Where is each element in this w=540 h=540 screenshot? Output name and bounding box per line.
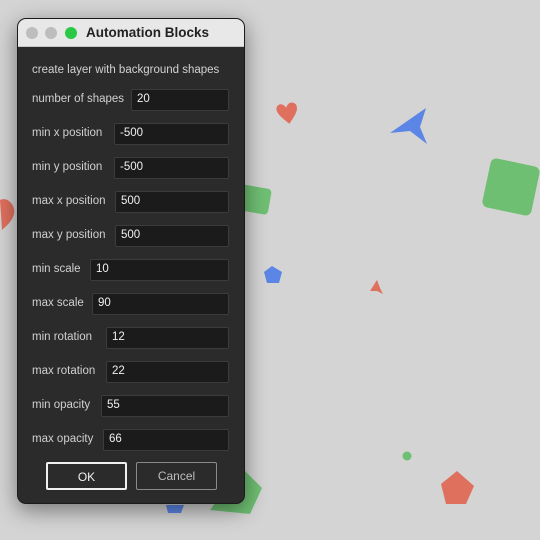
min-x-position-input[interactable]: -500 xyxy=(114,123,229,145)
field-label: min x position xyxy=(32,127,103,139)
field-label: min rotation xyxy=(32,331,93,343)
min-opacity-input[interactable]: 55 xyxy=(101,395,229,417)
automation-blocks-dialog: Automation Blocks create layer with back… xyxy=(17,18,245,504)
red-star-shape xyxy=(370,280,383,294)
cancel-button[interactable]: Cancel xyxy=(136,462,217,490)
red-pentagon-shape xyxy=(441,471,474,504)
field-label: max rotation xyxy=(32,365,96,377)
field-row-min-y-position: min y position -500 xyxy=(18,157,244,181)
field-row-min-scale: min scale 10 xyxy=(18,259,244,283)
min-rotation-input[interactable]: 12 xyxy=(106,327,229,349)
minimize-window-button[interactable] xyxy=(45,27,57,39)
max-scale-input[interactable]: 90 xyxy=(92,293,229,315)
blue-shape-bottom xyxy=(166,505,184,513)
field-row-min-rotation: min rotation 12 xyxy=(18,327,244,351)
red-heart-shape xyxy=(0,199,15,230)
title-bar: Automation Blocks xyxy=(18,19,244,47)
field-row-max-rotation: max rotation 22 xyxy=(18,361,244,385)
field-label: min opacity xyxy=(32,399,91,411)
field-row-max-x-position: max x position 500 xyxy=(18,191,244,215)
field-label: max x position xyxy=(32,195,106,207)
field-label: min y position xyxy=(32,161,103,173)
field-label: number of shapes xyxy=(32,93,125,105)
min-scale-input[interactable]: 10 xyxy=(90,259,229,281)
window-title: Automation Blocks xyxy=(86,25,210,40)
field-row-max-scale: max scale 90 xyxy=(18,293,244,317)
dialog-heading: create layer with background shapes xyxy=(32,64,220,76)
blue-pentagon-shape xyxy=(264,266,282,283)
field-label: max scale xyxy=(32,297,84,309)
green-dot-shape xyxy=(402,451,412,461)
green-square-shape-large xyxy=(482,158,540,216)
max-rotation-input[interactable]: 22 xyxy=(106,361,229,383)
field-row-number-of-shapes: number of shapes 20 xyxy=(18,89,244,113)
field-row-max-y-position: max y position 500 xyxy=(18,225,244,249)
field-label: max opacity xyxy=(32,433,94,445)
red-heart-shape-small xyxy=(276,102,298,124)
ok-button[interactable]: OK xyxy=(46,462,127,490)
field-label: min scale xyxy=(32,263,81,275)
max-x-position-input[interactable]: 500 xyxy=(115,191,229,213)
close-window-button[interactable] xyxy=(26,27,38,39)
blue-star-shape xyxy=(390,108,427,144)
field-row-min-opacity: min opacity 55 xyxy=(18,395,244,419)
max-y-position-input[interactable]: 500 xyxy=(115,225,229,247)
min-y-position-input[interactable]: -500 xyxy=(114,157,229,179)
field-label: max y position xyxy=(32,229,106,241)
max-opacity-input[interactable]: 66 xyxy=(103,429,229,451)
maximize-window-button[interactable] xyxy=(65,27,77,39)
number-of-shapes-input[interactable]: 20 xyxy=(131,89,229,111)
field-row-min-x-position: min x position -500 xyxy=(18,123,244,147)
field-row-max-opacity: max opacity 66 xyxy=(18,429,244,453)
